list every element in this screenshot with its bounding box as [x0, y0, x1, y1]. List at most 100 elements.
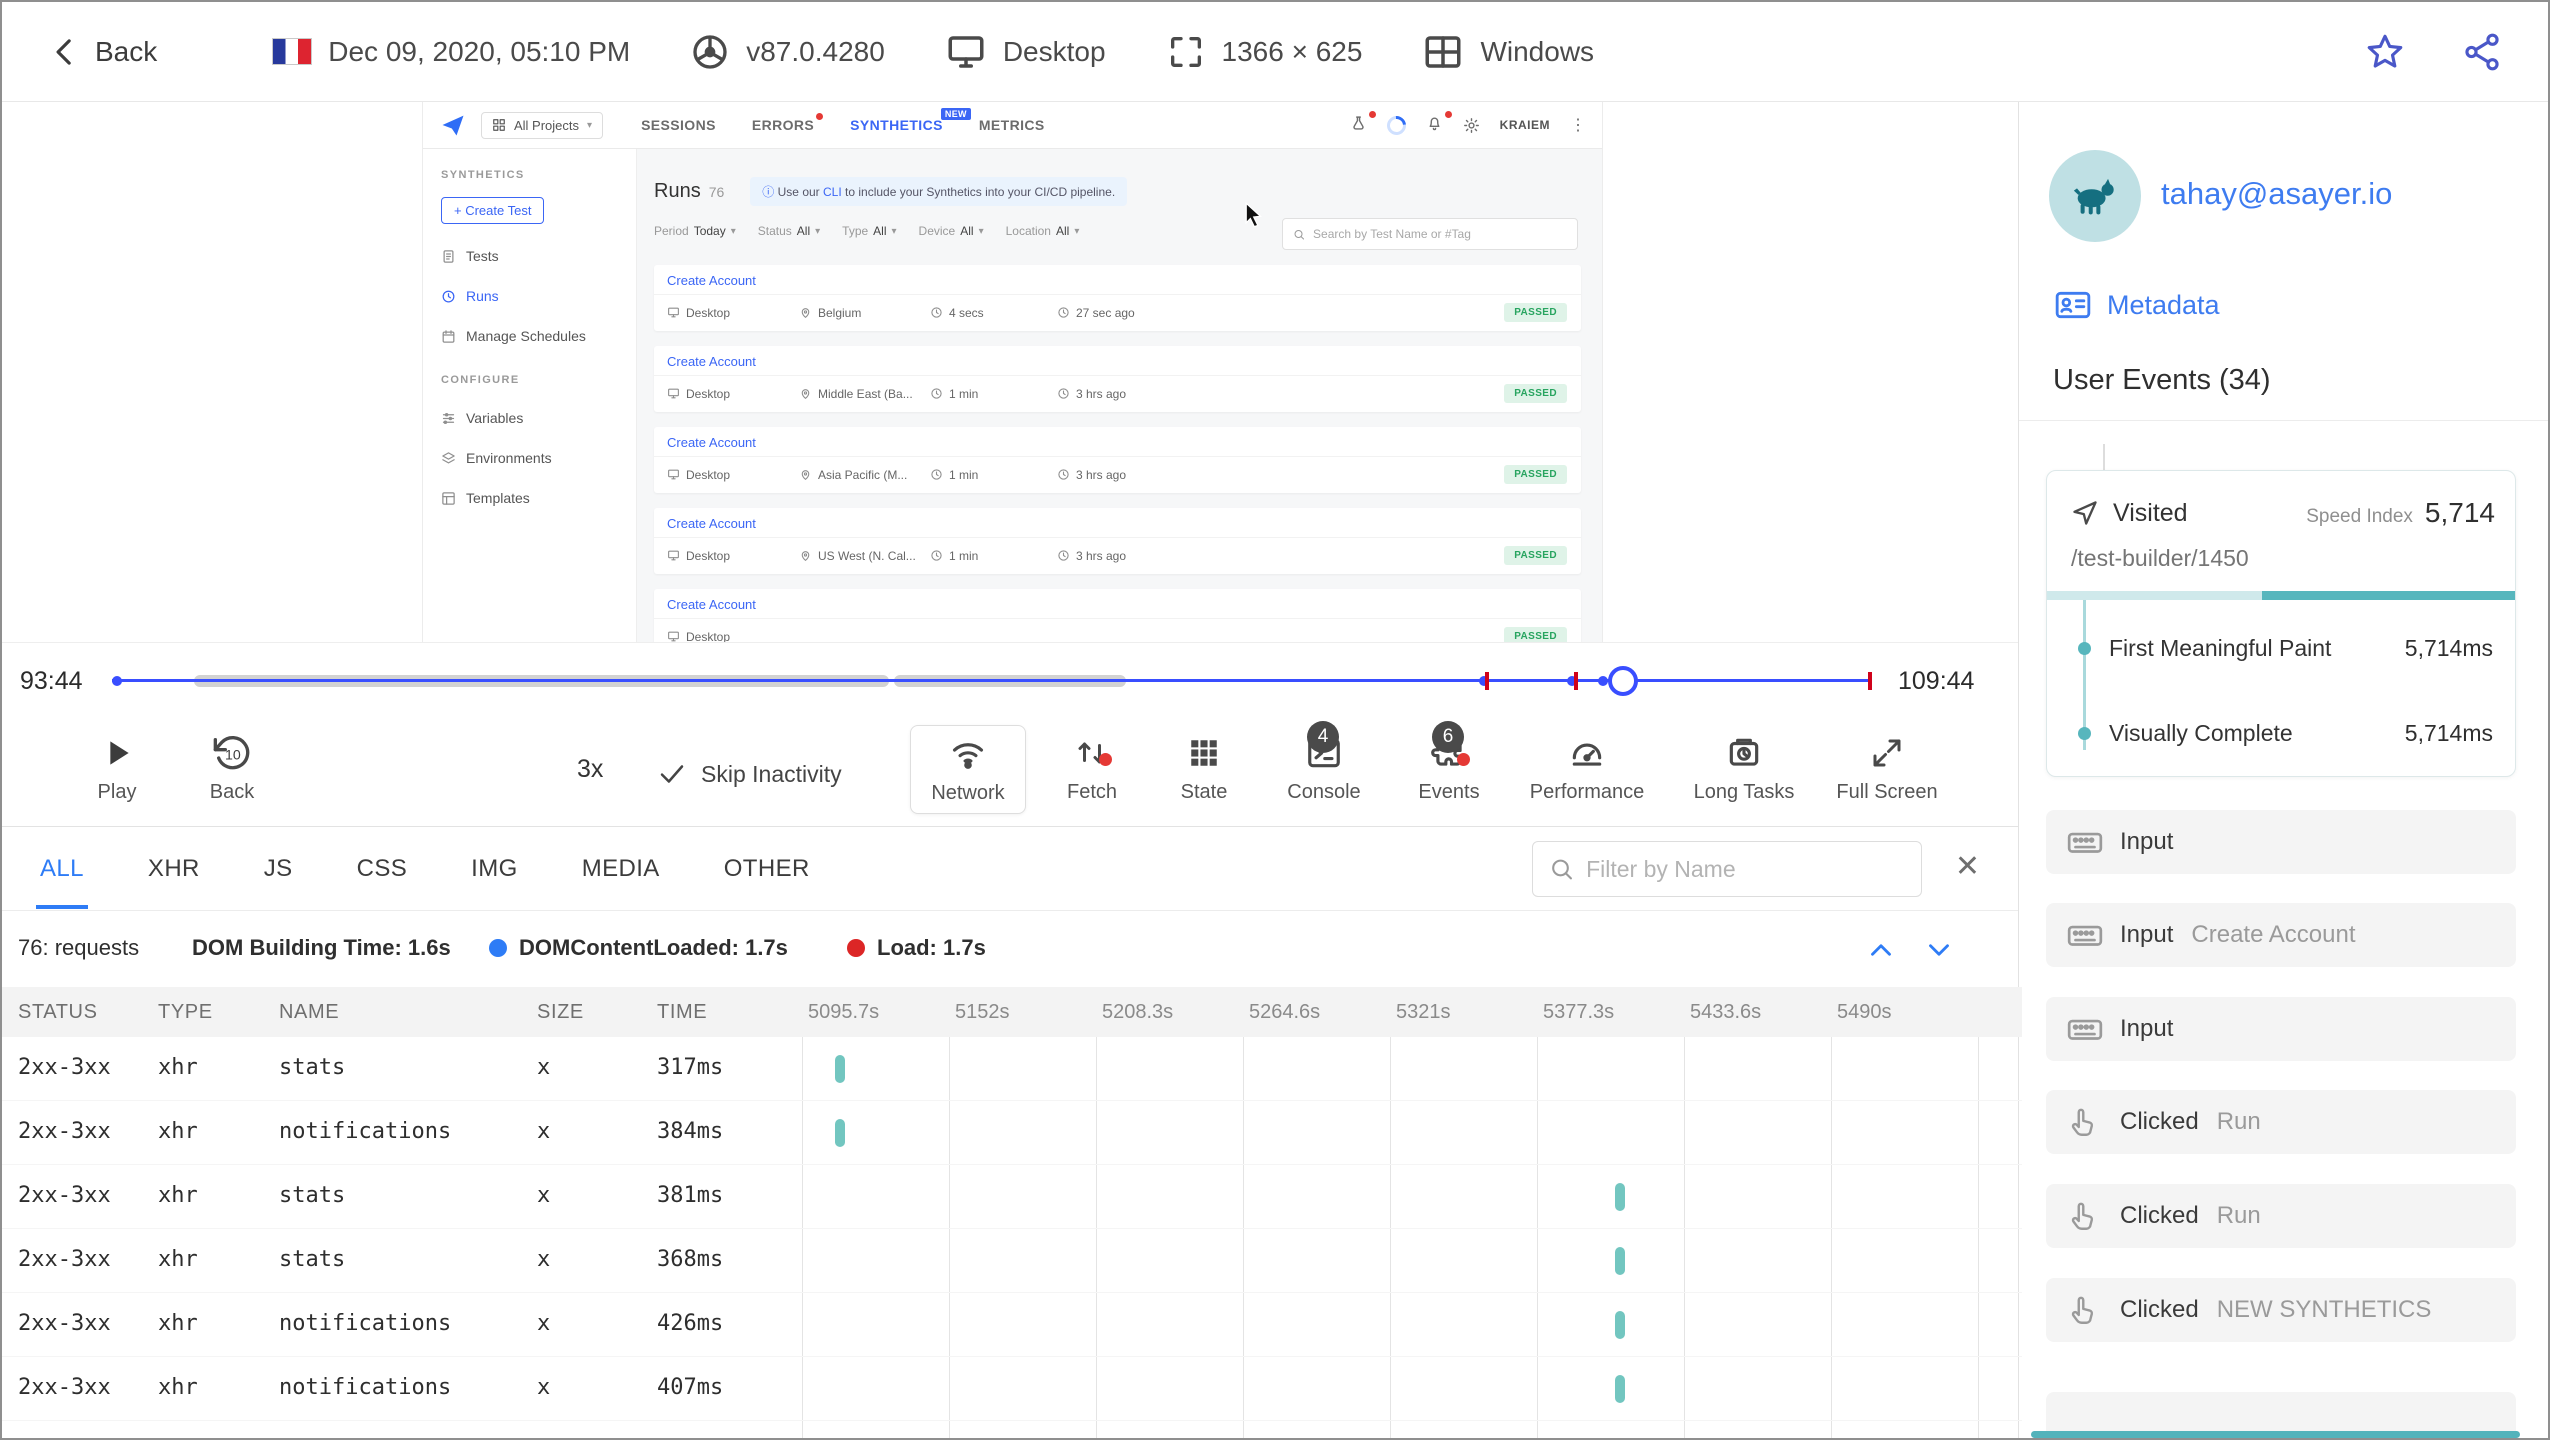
network-request-row[interactable]: 2xx-3xx xhr stats x 381ms	[2, 1165, 2022, 1229]
network-request-row[interactable]: 2xx-3xx xhr stats x 368ms	[2, 1229, 2022, 1293]
flask-icon	[1350, 111, 1376, 135]
back-button[interactable]: Back	[47, 33, 157, 71]
click-event-row[interactable]: Clicked Run	[2046, 1184, 2516, 1248]
long-tasks-label: Long Tasks	[1693, 781, 1795, 803]
request-type: xhr	[158, 1119, 198, 1144]
performance-panel-button[interactable]: Performance	[1512, 731, 1662, 804]
tab-img[interactable]: IMG	[471, 855, 518, 883]
chevron-down-icon: ▾	[978, 225, 984, 237]
tab-xhr[interactable]: XHR	[148, 855, 200, 883]
session-replay-window: Back Dec 09, 2020, 05:10 PM v87.0.4280 D…	[0, 0, 2550, 1440]
full-screen-button[interactable]: Full Screen	[1817, 731, 1957, 804]
tab-other[interactable]: OTHER	[724, 855, 810, 883]
device-type: Desktop	[945, 31, 1106, 73]
dom-building-time: DOM Building Time: 1.6s	[192, 935, 451, 960]
runs-page-title: Runs	[654, 180, 701, 202]
network-panel-button[interactable]: Network	[910, 725, 1026, 814]
input-event-row[interactable]: Input	[2046, 997, 2516, 1061]
run-test-name: Create Account	[667, 435, 756, 450]
column-status: STATUS	[18, 1001, 98, 1023]
long-tasks-panel-button[interactable]: Long Tasks	[1674, 731, 1814, 804]
console-panel-button[interactable]: 4 Console	[1264, 721, 1384, 804]
share-icon[interactable]	[2461, 31, 2503, 73]
windows-icon	[1425, 35, 1461, 68]
back-10s-button[interactable]: 10 Back	[192, 731, 272, 804]
search-icon	[1294, 229, 1305, 240]
network-request-row[interactable]: 2xx-3xx xhr stats x 317ms	[2, 1037, 2022, 1101]
status-badge: PASSED	[1504, 384, 1567, 403]
tab-media[interactable]: MEDIA	[582, 855, 660, 883]
request-status: 2xx-3xx	[18, 1055, 111, 1080]
request-timing-bar	[1615, 1247, 1625, 1275]
viewport-resolution: 1366 × 625	[1166, 32, 1362, 72]
request-size: x	[537, 1311, 551, 1336]
back-label: Back	[95, 35, 158, 67]
user-events-sidebar: tahay@asayer.io Metadata User Events (34…	[2018, 102, 2548, 1438]
network-request-row[interactable]: 2xx-3xx xhr notifications x 407ms	[2, 1357, 2022, 1421]
chevron-down-icon: ▾	[587, 119, 593, 131]
input-event-row[interactable]: Input Create Account	[2046, 903, 2516, 967]
search-icon	[1552, 859, 1572, 880]
metric-dot	[2078, 726, 2091, 740]
visually-complete-row: Visually Complete 5,714ms	[2047, 716, 2493, 750]
time-tick: 5377.3s	[1543, 1001, 1615, 1023]
request-status: 2xx-3xx	[18, 1311, 111, 1336]
load-time: Load: 1.7s	[847, 935, 986, 961]
click-event-row[interactable]: Clicked Run	[2046, 1090, 2516, 1154]
fmp-value: 5,714ms	[2404, 634, 2493, 661]
favorite-star-icon[interactable]	[2364, 31, 2406, 73]
click-event-row[interactable]: Clicked NEW SYNTHETICS	[2046, 1278, 2516, 1342]
metadata-button[interactable]: Metadata	[2053, 285, 2220, 325]
tab-css[interactable]: CSS	[357, 855, 408, 883]
request-count: 76: requests	[18, 935, 140, 960]
request-type: xhr	[158, 1311, 198, 1336]
status-badge: PASSED	[1504, 465, 1567, 484]
run-card: Create Account Desktop US West (N. Cal..…	[654, 508, 1581, 574]
load-marker-dot	[847, 939, 865, 957]
network-request-row[interactable]: 2xx-3xx xhr notifications x 384ms	[2, 1101, 2022, 1165]
browser-version: v87.0.4280	[690, 32, 885, 72]
monitor-icon	[667, 306, 680, 319]
template-icon	[441, 491, 456, 506]
tab-all[interactable]: ALL	[36, 855, 88, 909]
name-filter-field[interactable]	[1532, 841, 1922, 897]
speed-toggle[interactable]: 3x	[577, 755, 603, 784]
playhead[interactable]	[1608, 666, 1638, 696]
column-time: TIME	[657, 1001, 708, 1023]
filter-device: Device All ▾	[918, 224, 984, 238]
skip-inactivity-toggle[interactable]: Skip Inactivity	[657, 759, 842, 789]
input-event-row[interactable]: Input	[2046, 810, 2516, 874]
sidebar-scrollbar[interactable]	[2031, 1431, 2520, 1438]
jump-next-button[interactable]	[1922, 933, 1956, 972]
metadata-label: Metadata	[2107, 289, 2220, 320]
project-selector: All Projects ▾	[481, 111, 604, 139]
fetch-label: Fetch	[1066, 781, 1118, 803]
request-time: 368ms	[657, 1247, 724, 1272]
speed-index-value: 5,714	[2424, 497, 2495, 528]
timeline-track[interactable]	[112, 666, 1872, 696]
info-icon: ⓘ	[762, 185, 775, 199]
request-status: 2xx-3xx	[18, 1375, 111, 1400]
name-filter-input[interactable]	[1586, 855, 1905, 883]
network-icon	[952, 743, 984, 769]
request-name: notifications	[279, 1375, 452, 1400]
jump-previous-button[interactable]	[1864, 933, 1898, 972]
events-panel-button[interactable]: 6 Events	[1394, 721, 1504, 804]
event-value: Run	[2216, 1202, 2261, 1229]
run-card: Create Account Desktop Asia Pacific (M..…	[654, 427, 1581, 493]
request-size: x	[537, 1183, 551, 1208]
bell-notification-dot	[1444, 111, 1452, 118]
visited-event-card[interactable]: Visited Speed Index 5,714 /test-builder/…	[2046, 470, 2516, 777]
play-button[interactable]: Play	[82, 731, 152, 804]
tab-js[interactable]: JS	[264, 855, 293, 883]
event-dot	[1598, 676, 1608, 686]
network-request-row[interactable]: 2xx-3xx xhr notifications x 426ms	[2, 1293, 2022, 1357]
total-duration: 109:44	[1898, 667, 1975, 695]
close-panel-icon[interactable]: ✕	[1955, 849, 1980, 884]
fetch-panel-button[interactable]: Fetch	[1042, 731, 1142, 804]
chevron-left-icon	[56, 38, 71, 65]
state-panel-button[interactable]: State	[1154, 731, 1254, 804]
user-email: tahay@asayer.io	[2161, 176, 2393, 211]
device-type-label: Desktop	[1002, 35, 1106, 67]
event-connector-line	[2103, 444, 2105, 470]
